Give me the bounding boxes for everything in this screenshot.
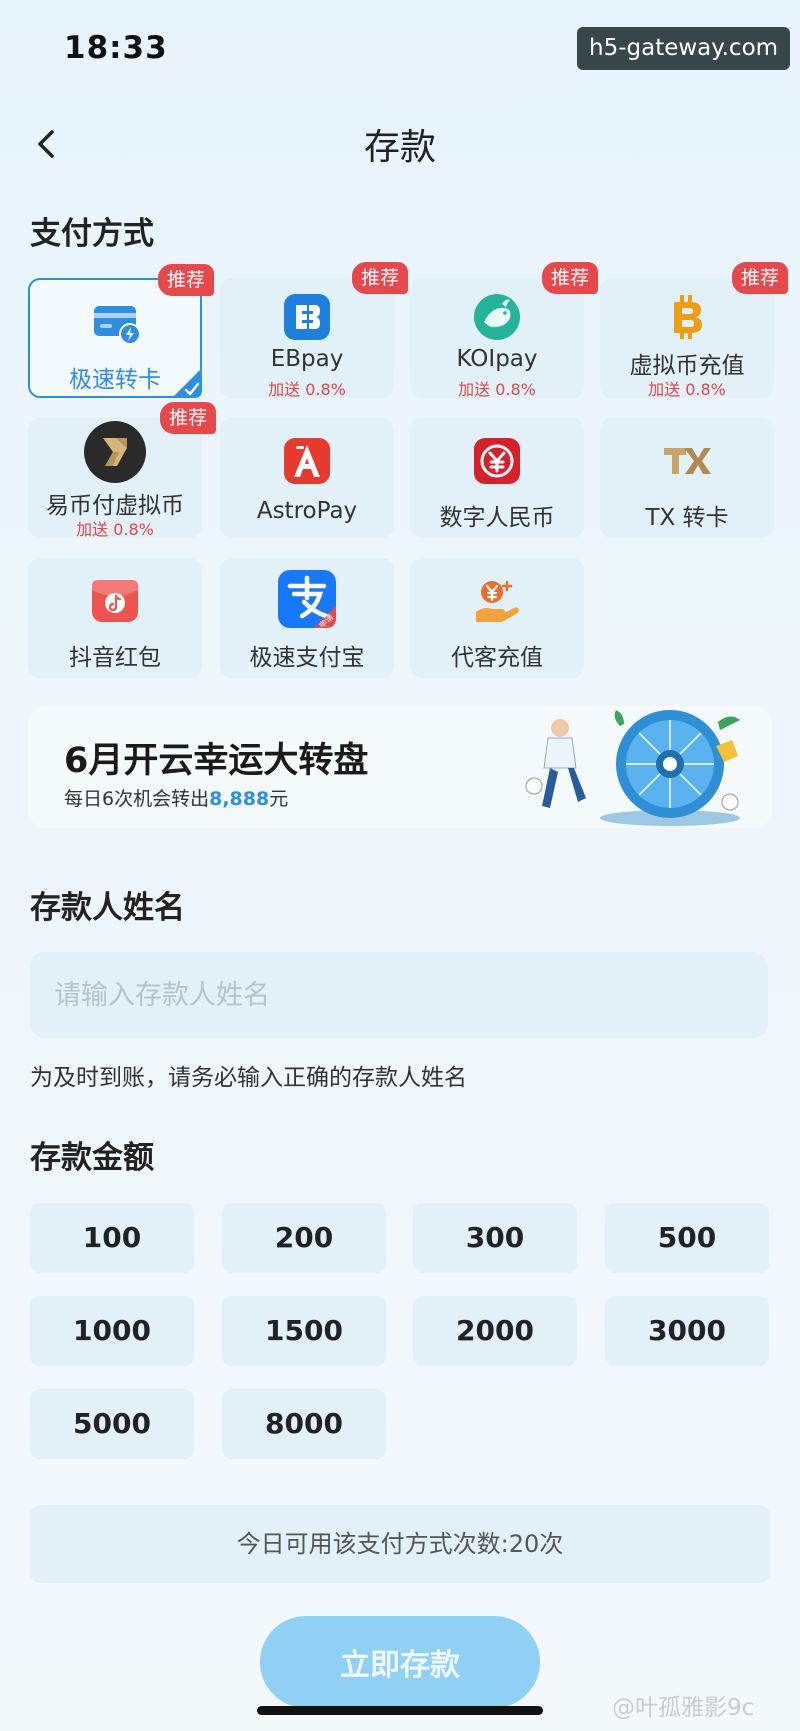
pay-method-fast-card[interactable]: 极速转卡 推荐 xyxy=(28,264,214,398)
deposit-amount-title: 存款金额 xyxy=(30,1140,154,1176)
lucky-wheel-banner[interactable]: 6月开云幸运大转盘 每日6次机会转出8,888元 xyxy=(28,706,772,828)
page-title: 存款 xyxy=(363,127,436,168)
status-bar: 18:33 h5-gateway.com xyxy=(0,0,800,100)
pay-method-tx-card[interactable]: TX 转卡 xyxy=(600,418,774,538)
recommend-badge: 推荐 xyxy=(158,264,214,296)
pay-method-agent[interactable]: 代客充值 xyxy=(410,558,584,678)
pay-method-label: 极速支付宝 xyxy=(249,645,365,671)
payment-method-title: 支付方式 xyxy=(30,216,154,252)
lucky-wheel-illustration xyxy=(525,710,740,826)
pay-method-label: 易币付虚拟币 xyxy=(46,493,184,519)
pay-method-label: 抖音红包 xyxy=(69,645,161,671)
home-indicator xyxy=(257,1706,543,1715)
amount-option[interactable]: 2000 xyxy=(413,1296,577,1366)
bonus-text: 加送 0.8% xyxy=(458,380,536,399)
deposit-now-button[interactable]: 立即存款 xyxy=(260,1616,540,1708)
amount-option[interactable]: 100 xyxy=(30,1203,194,1273)
depositor-name-input[interactable] xyxy=(30,952,768,1038)
pay-method-alipay[interactable]: 申请 极速支付宝 xyxy=(220,558,394,678)
selected-check-icon xyxy=(172,368,202,398)
amount-option[interactable]: 1500 xyxy=(222,1296,386,1366)
pay-method-digital-rmb[interactable]: 数字人民币 xyxy=(410,418,584,538)
amount-option[interactable]: 300 xyxy=(413,1203,577,1273)
host-badge: h5-gateway.com xyxy=(577,27,791,70)
douyin-redpacket-icon xyxy=(92,580,138,622)
agent-recharge-icon xyxy=(476,580,519,622)
alipay-icon: 申请 xyxy=(278,570,336,630)
recommend-badge: 推荐 xyxy=(542,262,598,294)
amount-option[interactable]: 8000 xyxy=(222,1389,386,1459)
banner-amount: 8,888 xyxy=(209,788,270,810)
amount-option[interactable]: 1000 xyxy=(30,1296,194,1366)
astropay-icon xyxy=(284,438,330,484)
pay-method-label: TX 转卡 xyxy=(645,505,729,531)
banner-title: 6月开云幸运大转盘 xyxy=(64,741,369,781)
amount-option[interactable]: 3000 xyxy=(605,1296,769,1366)
bonus-text: 加送 0.8% xyxy=(648,380,726,399)
amount-option[interactable]: 500 xyxy=(605,1203,769,1273)
tx-icon xyxy=(664,448,711,474)
pay-method-label: 代客充值 xyxy=(451,645,543,671)
pay-method-yibifu[interactable]: 易币付虚拟币 加送 0.8% 推荐 xyxy=(28,402,216,539)
digital-rmb-icon xyxy=(474,438,520,484)
pay-method-douyin[interactable]: 抖音红包 xyxy=(28,558,202,678)
card-flash-icon xyxy=(94,306,141,345)
pay-method-label: KOIpay xyxy=(456,346,538,372)
ebpay-icon xyxy=(284,294,330,340)
amount-option[interactable]: 200 xyxy=(222,1203,386,1273)
pay-method-crypto[interactable]: 虚拟币充值 加送 0.8% 推荐 xyxy=(600,262,788,399)
recommend-badge: 推荐 xyxy=(732,262,788,294)
depositor-name-hint: 为及时到账，请务必输入正确的存款人姓名 xyxy=(30,1065,467,1091)
header: 存款 xyxy=(0,110,800,180)
pay-method-label: AstroPay xyxy=(256,498,358,524)
recommend-badge: 推荐 xyxy=(352,262,408,294)
bonus-text: 加送 0.8% xyxy=(268,380,346,399)
recommend-badge: 推荐 xyxy=(160,402,216,434)
depositor-name-title: 存款人姓名 xyxy=(30,890,185,926)
pay-method-astropay[interactable]: AstroPay xyxy=(220,418,394,538)
bonus-text: 加送 0.8% xyxy=(76,520,154,539)
pay-method-label: 数字人民币 xyxy=(439,505,555,531)
pay-method-ebpay[interactable]: EBpay 加送 0.8% 推荐 xyxy=(220,262,408,399)
koi-fish-icon xyxy=(474,294,520,340)
status-time: 18:33 xyxy=(64,30,168,66)
pay-method-koipay[interactable]: KOIpay 加送 0.8% 推荐 xyxy=(410,262,598,399)
pay-method-label: 虚拟币充值 xyxy=(629,353,745,379)
daily-limit-info: 今日可用该支付方式次数:20次 xyxy=(30,1505,770,1583)
amount-option[interactable]: 5000 xyxy=(30,1389,194,1459)
pay-method-label: EBpay xyxy=(270,346,344,372)
banner-subtitle: 每日6次机会转出8,888元 xyxy=(64,788,289,810)
bitcoin-icon xyxy=(674,295,702,339)
yibifu-icon xyxy=(84,421,146,483)
watermark: @叶孤雅影9c xyxy=(612,1695,755,1721)
